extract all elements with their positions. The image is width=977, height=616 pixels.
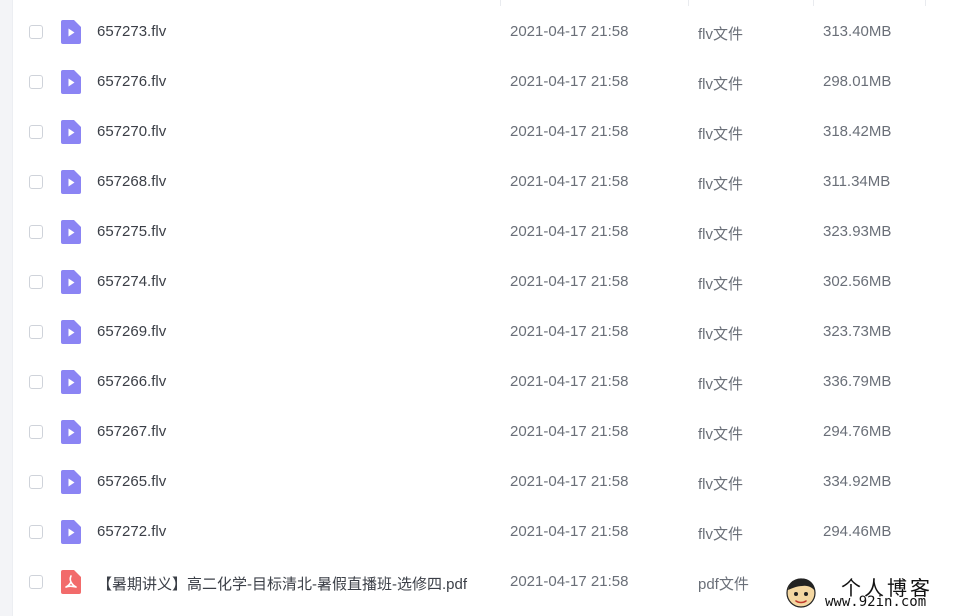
file-row[interactable]: 657265.flv 2021-04-17 21:58 flv文件 334.92…	[12, 457, 977, 507]
file-size: 334.92MB	[823, 473, 892, 490]
file-size: 298.01MB	[823, 73, 892, 90]
pdf-file-icon	[61, 570, 81, 594]
file-row[interactable]: 657270.flv 2021-04-17 21:58 flv文件 318.42…	[12, 107, 977, 157]
file-name[interactable]: 657272.flv	[97, 523, 166, 540]
file-size: 323.93MB	[823, 223, 892, 240]
file-row[interactable]: 657273.flv 2021-04-17 21:58 flv文件 313.40…	[12, 7, 977, 57]
file-type: flv文件	[698, 526, 744, 543]
file-date: 2021-04-17 21:58	[510, 273, 629, 290]
video-file-icon	[61, 170, 81, 194]
file-type: flv文件	[698, 476, 744, 493]
row-checkbox[interactable]	[29, 225, 43, 239]
file-date: 2021-04-17 21:58	[510, 473, 629, 490]
row-checkbox[interactable]	[29, 375, 43, 389]
file-size: 294.76MB	[823, 423, 892, 440]
video-file-icon	[61, 20, 81, 44]
file-date: 2021-04-17 21:58	[510, 23, 629, 40]
file-type: flv文件	[698, 326, 744, 343]
file-type: flv文件	[698, 26, 744, 43]
file-size: 313.40MB	[823, 23, 892, 40]
file-date: 2021-04-17 21:58	[510, 523, 629, 540]
row-checkbox[interactable]	[29, 475, 43, 489]
file-row[interactable]: 657267.flv 2021-04-17 21:58 flv文件 294.76…	[12, 407, 977, 457]
file-date: 2021-04-17 21:58	[510, 323, 629, 340]
file-name[interactable]: 【暑期讲义】高二化学-目标清北-暑假直播班-选修四.pdf	[97, 573, 467, 594]
file-size: 323.73MB	[823, 323, 892, 340]
file-name[interactable]: 657268.flv	[97, 173, 166, 190]
video-file-icon	[61, 420, 81, 444]
video-file-icon	[61, 270, 81, 294]
video-file-icon	[61, 70, 81, 94]
video-file-icon	[61, 120, 81, 144]
row-checkbox[interactable]	[29, 25, 43, 39]
row-checkbox[interactable]	[29, 575, 43, 589]
file-name[interactable]: 657267.flv	[97, 423, 166, 440]
row-checkbox[interactable]	[29, 175, 43, 189]
file-row[interactable]: 657268.flv 2021-04-17 21:58 flv文件 311.34…	[12, 157, 977, 207]
video-file-icon	[61, 520, 81, 544]
video-file-icon	[61, 220, 81, 244]
file-name[interactable]: 657274.flv	[97, 273, 166, 290]
video-file-icon	[61, 370, 81, 394]
file-row[interactable]: 657274.flv 2021-04-17 21:58 flv文件 302.56…	[12, 257, 977, 307]
file-date: 2021-04-17 21:58	[510, 123, 629, 140]
file-row[interactable]: 657276.flv 2021-04-17 21:58 flv文件 298.01…	[12, 57, 977, 107]
watermark-url: www.92in.com	[825, 594, 927, 610]
file-name[interactable]: 657275.flv	[97, 223, 166, 240]
file-type: flv文件	[698, 226, 744, 243]
row-checkbox[interactable]	[29, 275, 43, 289]
video-file-icon	[61, 320, 81, 344]
file-row[interactable]: 657275.flv 2021-04-17 21:58 flv文件 323.93…	[12, 207, 977, 257]
file-name[interactable]: 657276.flv	[97, 73, 166, 90]
file-type: flv文件	[698, 176, 744, 193]
row-checkbox[interactable]	[29, 325, 43, 339]
file-row[interactable]: 657269.flv 2021-04-17 21:58 flv文件 323.73…	[12, 307, 977, 357]
file-name[interactable]: 657269.flv	[97, 323, 166, 340]
file-type: flv文件	[698, 376, 744, 393]
file-name[interactable]: 657265.flv	[97, 473, 166, 490]
file-type: flv文件	[698, 276, 744, 293]
header-column-dividers	[12, 0, 977, 6]
row-checkbox[interactable]	[29, 525, 43, 539]
row-checkbox[interactable]	[29, 425, 43, 439]
row-checkbox[interactable]	[29, 75, 43, 89]
file-size: 311.34MB	[823, 173, 891, 190]
file-size: 318.42MB	[823, 123, 892, 140]
file-name[interactable]: 657270.flv	[97, 123, 166, 140]
blog-watermark: 个人博客 www.92in.com	[783, 572, 971, 612]
file-type: pdf文件	[698, 576, 749, 593]
video-file-icon	[61, 470, 81, 494]
file-list: 657273.flv 2021-04-17 21:58 flv文件 313.40…	[12, 7, 977, 607]
file-date: 2021-04-17 21:58	[510, 73, 629, 90]
file-type: flv文件	[698, 126, 744, 143]
file-size: 294.46MB	[823, 523, 892, 540]
file-date: 2021-04-17 21:58	[510, 573, 629, 590]
file-type: flv文件	[698, 76, 744, 93]
row-checkbox[interactable]	[29, 125, 43, 139]
file-name[interactable]: 657273.flv	[97, 23, 166, 40]
file-date: 2021-04-17 21:58	[510, 173, 629, 190]
file-size: 302.56MB	[823, 273, 892, 290]
file-row[interactable]: 657272.flv 2021-04-17 21:58 flv文件 294.46…	[12, 507, 977, 557]
file-date: 2021-04-17 21:58	[510, 373, 629, 390]
file-row[interactable]: 657266.flv 2021-04-17 21:58 flv文件 336.79…	[12, 357, 977, 407]
file-name[interactable]: 657266.flv	[97, 373, 166, 390]
file-date: 2021-04-17 21:58	[510, 223, 629, 240]
file-type: flv文件	[698, 426, 744, 443]
file-size: 336.79MB	[823, 373, 892, 390]
file-date: 2021-04-17 21:58	[510, 423, 629, 440]
cartoon-face-icon	[783, 574, 819, 610]
